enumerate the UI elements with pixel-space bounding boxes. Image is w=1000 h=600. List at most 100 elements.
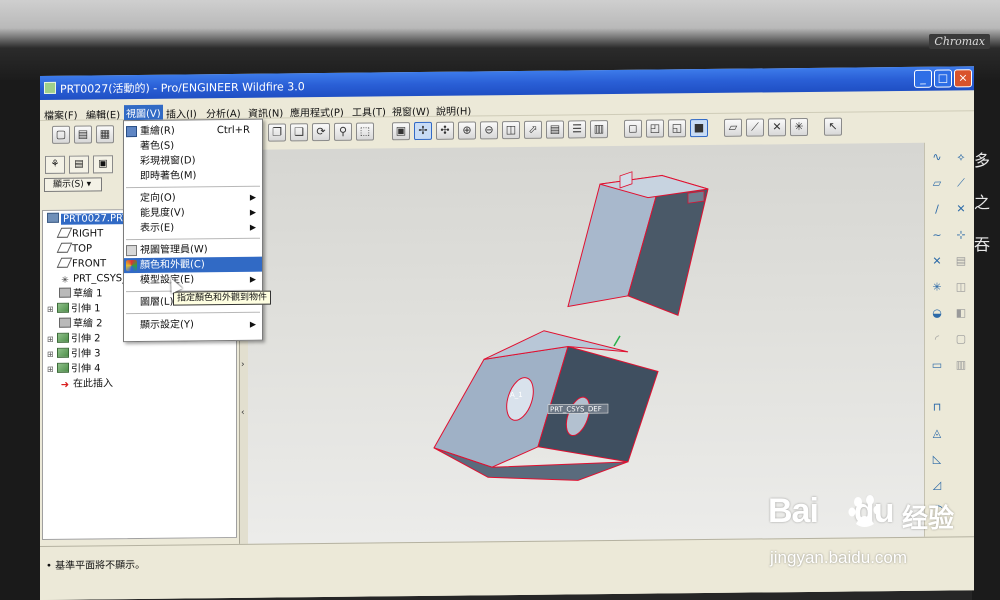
menu-file[interactable]: 檔案(F) <box>44 107 78 122</box>
shading-icon[interactable]: ■ <box>690 119 708 138</box>
menu-applications[interactable]: 應用程式(P) <box>290 104 344 120</box>
curve-icon[interactable]: ∼ <box>929 229 945 243</box>
sketch-tool-icon[interactable]: ∿ <box>929 151 945 165</box>
tree-node-sketch-2[interactable]: 草繪 2 <box>57 317 103 331</box>
reorient-icon[interactable]: ⬀ <box>524 120 542 139</box>
datum-points-icon[interactable]: ✕ <box>768 118 786 137</box>
tree-node-extrude-4[interactable]: ⊞ 引伸 4 <box>47 362 101 377</box>
tree-node-right[interactable]: RIGHT <box>56 227 103 241</box>
menu-item-shade[interactable]: 著色(S) <box>124 138 262 154</box>
menu-item-repaint[interactable]: 重繪(R) Ctrl+R <box>124 123 262 139</box>
menu-tools[interactable]: 工具(T) <box>352 103 386 118</box>
hidden-line-icon[interactable]: ◰ <box>646 119 664 138</box>
refit-icon[interactable]: ◫ <box>502 120 520 140</box>
menu-item-realtime-shade[interactable]: 即時著色(M) <box>124 168 262 184</box>
hole-tool-icon[interactable]: ◒ <box>929 307 945 321</box>
menu-view[interactable]: 視圖(V) <box>124 104 163 121</box>
csys-icon[interactable]: ✳ <box>929 281 945 295</box>
graphics-area[interactable]: PRT_CSYS_DEF A_1 <box>248 142 924 544</box>
copy-feature-icon[interactable]: ◫ <box>953 280 969 294</box>
chamfer-icon[interactable]: ◺ <box>929 453 945 467</box>
menu-item-representation[interactable]: 表示(E) ▶ <box>124 220 262 236</box>
round-icon[interactable]: ◜ <box>929 333 945 347</box>
view-manager-icon[interactable]: ▥ <box>590 120 608 139</box>
tree-node-insert-here[interactable]: ➜ 在此插入 <box>57 377 113 392</box>
menu-item-render-window[interactable]: 彩現視窗(D) <box>124 153 262 169</box>
folder-browser-tab-icon[interactable]: ▤ <box>69 155 89 174</box>
datum-axes-icon[interactable]: ⟋ <box>746 118 764 137</box>
tree-node-front[interactable]: FRONT <box>56 257 106 272</box>
save-icon[interactable]: ▦ <box>96 125 114 144</box>
datum-planes-icon[interactable]: ▱ <box>724 118 742 137</box>
shell-icon[interactable]: ▢ <box>953 332 969 346</box>
menu-edit[interactable]: 編輯(E) <box>86 106 120 121</box>
tree-node-label: 在此插入 <box>73 378 113 390</box>
regenerate-icon[interactable]: ⟳ <box>312 122 330 142</box>
datum-curve-icon[interactable]: ⟡ <box>953 150 969 164</box>
tree-node-extrude-1[interactable]: ⊞ 引伸 1 <box>47 302 101 317</box>
expand-icon[interactable]: ⊞ <box>47 348 55 362</box>
sweep-icon[interactable]: ◿ <box>929 479 945 493</box>
maximize-button[interactable]: □ <box>934 69 952 88</box>
datum-axis-icon[interactable]: / <box>929 203 945 217</box>
menu-item-model-setup[interactable]: 模型設定(E) ▶ <box>124 272 262 288</box>
menu-item-visibility[interactable]: 能見度(V) ▶ <box>124 205 262 221</box>
saved-views-icon[interactable]: ▤ <box>546 120 564 139</box>
repaint-icon[interactable]: ▣ <box>392 122 410 141</box>
open-folder-icon[interactable]: ▤ <box>74 125 92 144</box>
menu-item-display-settings[interactable]: 顯示設定(Y) ▶ <box>124 317 262 333</box>
tree-node-part[interactable]: PRT0027.PRT <box>45 212 131 227</box>
expand-icon[interactable]: ⊞ <box>47 333 55 347</box>
tree-node-extrude-3[interactable]: ⊞ 引伸 3 <box>47 347 101 362</box>
wireframe-icon[interactable]: ◻ <box>624 119 642 138</box>
datum-point-icon[interactable]: ✕ <box>953 202 969 216</box>
orient-mode-icon[interactable]: ✣ <box>436 121 454 140</box>
new-file-icon[interactable]: ▢ <box>52 125 70 144</box>
spin-center-icon[interactable]: ✢ <box>414 121 432 141</box>
mirror-icon[interactable]: ◧ <box>953 306 969 320</box>
analysis-icon[interactable]: ▤ <box>953 254 969 268</box>
draft-icon[interactable]: ◬ <box>929 427 945 441</box>
tree-node-extrude-2[interactable]: ⊞ 引伸 2 <box>47 332 101 347</box>
csys-tool-icon[interactable]: ⊹ <box>953 228 969 242</box>
copy-icon[interactable]: ❐ <box>268 123 286 142</box>
menu-window[interactable]: 視窗(W) <box>392 103 430 118</box>
datum-plane-tool-icon[interactable]: ▱ <box>929 177 945 191</box>
menu-item-view-manager[interactable]: 視圖管理員(W) <box>124 242 262 258</box>
menu-item-color-appearance[interactable]: 顏色和外觀(C) <box>124 256 262 274</box>
csys-toggle-icon[interactable]: ✳ <box>790 117 808 137</box>
zoom-in-icon[interactable]: ⊕ <box>458 121 476 140</box>
datum-axis-tool-icon[interactable]: ⟋ <box>953 176 969 190</box>
no-hidden-icon[interactable]: ◱ <box>668 119 686 138</box>
rib-icon[interactable]: ⊓ <box>929 401 945 415</box>
menu-tooltip: 指定顏色和外觀到物件 <box>173 290 272 306</box>
collapse-chevron-icon[interactable]: › <box>241 360 245 370</box>
menu-info[interactable]: 資訊(N) <box>248 104 283 119</box>
revolve-icon[interactable]: ▥ <box>953 358 969 372</box>
context-help-icon[interactable]: ↖ <box>824 117 842 136</box>
expand-icon[interactable]: ⊞ <box>47 363 55 377</box>
tree-node-top[interactable]: TOP <box>56 242 92 256</box>
select-box-icon[interactable]: ⬚ <box>356 122 374 141</box>
menu-insert[interactable]: 插入(I) <box>166 105 197 120</box>
tree-node-sketch-1[interactable]: 草繪 1 <box>57 287 103 301</box>
layers-icon[interactable]: ☰ <box>568 120 586 139</box>
menu-item-orientation[interactable]: 定向(O) ▶ <box>124 190 262 206</box>
find-icon[interactable]: ⚲ <box>334 122 352 141</box>
points-icon[interactable]: ✕ <box>929 255 945 269</box>
model-tree-tab-icon[interactable]: ⚘ <box>45 155 65 174</box>
extrude-tool-icon[interactable]: ▭ <box>929 359 945 373</box>
minimize-button[interactable]: _ <box>914 69 932 88</box>
tree-node-csys[interactable]: ✳ PRT_CSYS_ <box>57 272 127 287</box>
close-button[interactable]: × <box>954 69 972 88</box>
show-dropdown-button[interactable]: 顯示(S) ▾ <box>44 177 102 192</box>
zoom-out-icon[interactable]: ⊖ <box>480 121 498 140</box>
paste-icon[interactable]: ❏ <box>290 123 308 142</box>
tree-node-label: 引伸 1 <box>71 303 101 315</box>
part-model[interactable]: PRT_CSYS_DEF A_1 <box>248 143 924 544</box>
tree-node-label: 引伸 2 <box>71 333 101 345</box>
menu-help[interactable]: 說明(H) <box>436 102 471 117</box>
expand-icon[interactable]: ⊞ <box>47 303 55 317</box>
favorites-tab-icon[interactable]: ▣ <box>93 155 113 174</box>
expand-chevron-icon[interactable]: ‹ <box>241 408 245 418</box>
